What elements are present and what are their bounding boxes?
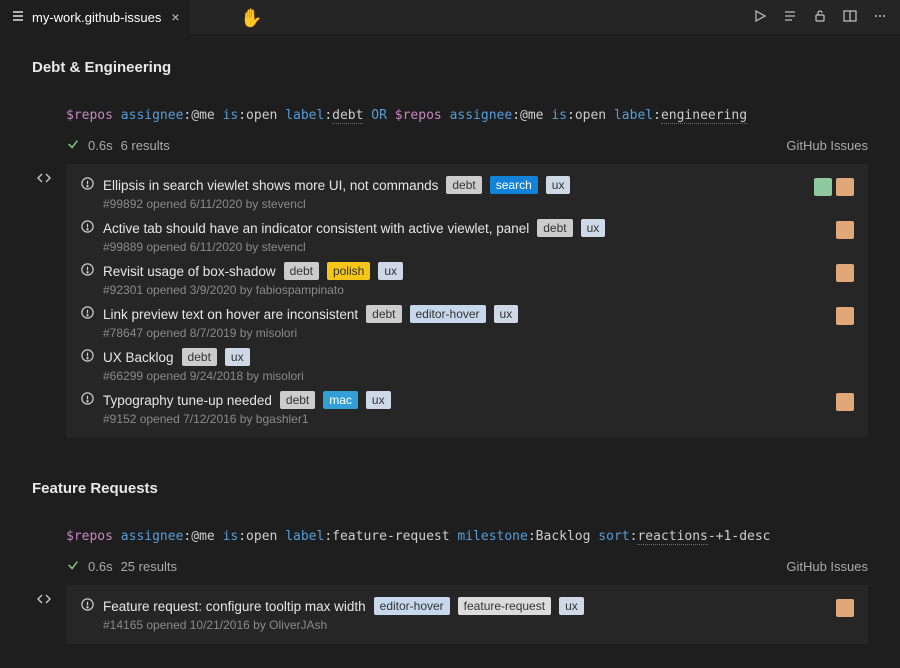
issue-open-icon [80,391,95,409]
issue-label[interactable]: editor-hover [374,597,450,615]
run-icon[interactable] [752,8,768,27]
issue-row[interactable]: Feature request: configure tooltip max w… [66,591,868,634]
assignee-avatars [836,264,854,282]
assignee-avatars [836,307,854,325]
code-toggle-icon[interactable] [36,591,52,610]
issue-title: Ellipsis in search viewlet shows more UI… [103,178,438,193]
issue-open-icon [80,305,95,323]
issue-subtitle: #9152 opened 7/12/2016 by bgashler1 [103,412,854,426]
provider-label: GitHub Issues [786,138,868,153]
code-toggle-icon[interactable] [36,170,52,189]
avatar [836,178,854,196]
issue-label[interactable]: ux [559,597,584,615]
issue-label[interactable]: polish [327,262,370,280]
issue-list: Feature request: configure tooltip max w… [66,585,868,644]
split-editor-icon[interactable] [842,8,858,27]
result-count: 6 results [121,138,170,153]
issue-label[interactable]: ux [225,348,250,366]
issue-title: UX Backlog [103,350,174,365]
issue-title: Revisit usage of box-shadow [103,264,276,279]
query-time: 0.6s [88,559,113,574]
issue-list: Ellipsis in search viewlet shows more UI… [66,164,868,438]
section-heading: Feature Requests [32,480,868,497]
result-meta: 0.6s 6 results GitHub Issues [66,137,868,154]
issue-row[interactable]: Typography tune-up needed debtmacux #9152 … [66,385,868,428]
issue-open-icon [80,219,95,237]
issue-subtitle: #99892 opened 6/11/2020 by stevencl [103,197,854,211]
query-line[interactable]: $repos assignee:@me is:open label:debt O… [66,108,868,123]
check-icon [66,137,80,154]
tab-group-left: my-work.github-issues × [0,0,190,35]
issue-label[interactable]: feature-request [458,597,551,615]
issue-row[interactable]: Ellipsis in search viewlet shows more UI… [66,170,868,213]
issue-row[interactable]: Link preview text on hover are inconsist… [66,299,868,342]
issue-label[interactable]: ux [366,391,391,409]
result-count: 25 results [121,559,177,574]
issue-label[interactable]: debt [537,219,572,237]
issue-row[interactable]: Revisit usage of box-shadow debt polish ux #… [66,256,868,299]
more-icon[interactable] [872,8,888,27]
issue-row[interactable]: Active tab should have an indicator cons… [66,213,868,256]
list-view-icon[interactable] [782,8,798,27]
issue-row[interactable]: UX Backlog debtux #66299 opened 9/24/2018 … [66,342,868,385]
issue-label[interactable]: debt [280,391,315,409]
avatar [836,393,854,411]
issue-label[interactable]: editor-hover [410,305,486,323]
list-icon [10,8,26,27]
query-time: 0.6s [88,138,113,153]
issue-label[interactable]: search [490,176,538,194]
assignee-avatars [836,393,854,411]
issue-title: Feature request: configure tooltip max w… [103,599,366,614]
issue-title: Link preview text on hover are inconsist… [103,307,358,322]
issue-label[interactable]: mac [323,391,358,409]
issue-subtitle: #14165 opened 10/21/2016 by OliverJAsh [103,618,854,632]
issue-label[interactable]: ux [546,176,571,194]
query-line[interactable]: $repos assignee:@me is:open label:featur… [66,529,868,544]
issue-open-icon [80,262,95,280]
unlock-icon[interactable] [812,8,828,27]
hand-cursor-icon: ✋ [240,8,262,29]
issue-label[interactable]: ux [494,305,519,323]
issue-open-icon [80,597,95,615]
section-heading: Debt & Engineering [32,59,868,76]
issue-title: Active tab should have an indicator cons… [103,221,529,236]
editor-actions [752,8,900,27]
avatar [836,264,854,282]
issue-label[interactable]: debt [284,262,319,280]
issue-label[interactable]: ux [378,262,403,280]
issue-open-icon [80,348,95,366]
close-icon[interactable]: × [171,9,179,25]
tab-title: my-work.github-issues [32,10,161,25]
assignee-avatars [814,178,854,196]
issue-subtitle: #66299 opened 9/24/2018 by misolori [103,369,854,383]
avatar [836,221,854,239]
tab-bar: my-work.github-issues × [0,0,900,35]
avatar [814,178,832,196]
issue-label[interactable]: debt [182,348,217,366]
issue-subtitle: #78647 opened 8/7/2019 by misolori [103,326,854,340]
issue-label[interactable]: debt [446,176,481,194]
avatar [836,307,854,325]
check-icon [66,558,80,575]
issue-label[interactable]: debt [366,305,401,323]
result-meta: 0.6s 25 results GitHub Issues [66,558,868,575]
assignee-avatars [836,599,854,617]
issue-label[interactable]: ux [581,219,606,237]
provider-label: GitHub Issues [786,559,868,574]
notebook-content: Debt & Engineering $repos assignee:@me is… [0,35,900,668]
issue-title: Typography tune-up needed [103,393,272,408]
avatar [836,599,854,617]
assignee-avatars [836,221,854,239]
editor-tab[interactable]: my-work.github-issues × [0,0,190,35]
issue-subtitle: #99889 opened 6/11/2020 by stevencl [103,240,854,254]
issue-open-icon [80,176,95,194]
issue-subtitle: #92301 opened 3/9/2020 by fabiospampinat… [103,283,854,297]
